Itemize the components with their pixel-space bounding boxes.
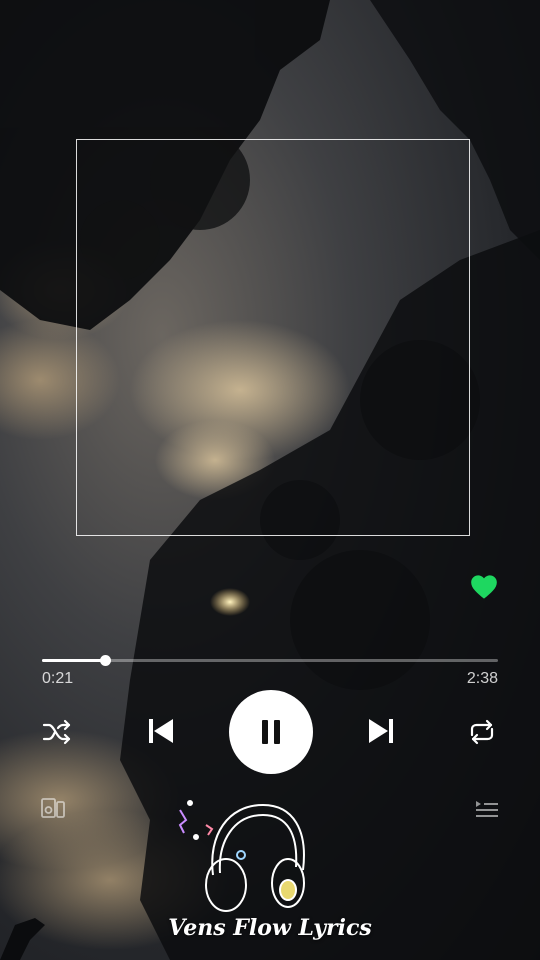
heart-icon bbox=[471, 575, 497, 599]
shuffle-button[interactable] bbox=[40, 716, 74, 748]
skip-previous-icon bbox=[149, 719, 173, 743]
shuffle-icon bbox=[42, 719, 71, 745]
pause-icon bbox=[262, 720, 280, 744]
devices-icon bbox=[41, 798, 65, 818]
progress-bar[interactable] bbox=[42, 655, 498, 666]
elapsed-time: 0:21 bbox=[42, 670, 74, 687]
previous-button[interactable] bbox=[143, 713, 179, 749]
repeat-button[interactable] bbox=[463, 716, 501, 748]
progress-fill bbox=[42, 659, 106, 662]
queue-icon bbox=[476, 801, 498, 817]
watermark-logo bbox=[168, 795, 318, 920]
repeat-icon bbox=[470, 719, 494, 745]
next-button[interactable] bbox=[363, 713, 399, 749]
total-duration: 2:38 bbox=[466, 670, 498, 687]
connect-devices-button[interactable] bbox=[38, 795, 68, 821]
headphones-logo-icon bbox=[178, 800, 305, 912]
skip-next-icon bbox=[369, 719, 393, 743]
watermark-text: Vens Flow Lyrics bbox=[168, 915, 372, 941]
like-button[interactable] bbox=[470, 574, 498, 600]
pause-button[interactable] bbox=[229, 690, 313, 774]
album-art-frame bbox=[76, 139, 470, 536]
queue-button[interactable] bbox=[472, 796, 502, 822]
